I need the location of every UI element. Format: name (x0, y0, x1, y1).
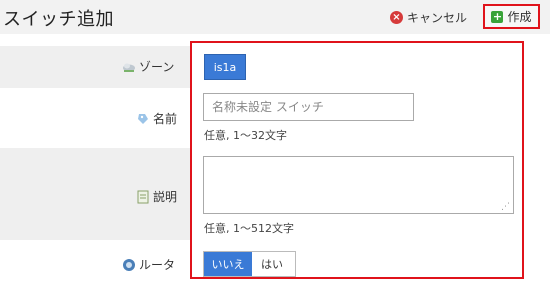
dialog-header: スイッチ追加 × キャンセル + 作成 (0, 0, 550, 34)
router-option-yes[interactable]: はい (252, 252, 292, 276)
cancel-button[interactable]: × キャンセル (390, 9, 467, 26)
name-label-text: 名前 (153, 112, 178, 126)
name-label: 名前 (136, 110, 177, 127)
resize-grip-icon[interactable]: ⋰ (501, 202, 510, 212)
create-label: 作成 (507, 10, 532, 24)
cloud-icon (123, 63, 135, 72)
name-hint: 任意, 1〜32文字 (204, 129, 287, 142)
description-label: 説明 (136, 188, 177, 205)
router-label: ルータ (122, 256, 175, 273)
description-textarea[interactable]: ⋰ (203, 156, 514, 214)
plus-icon: + (491, 9, 504, 23)
tag-icon (138, 113, 148, 124)
cancel-icon: × (390, 11, 403, 24)
router-label-text: ルータ (139, 258, 176, 272)
page-title: スイッチ追加 (3, 9, 114, 30)
create-button[interactable]: + 作成 (483, 4, 540, 29)
zone-label-text: ゾーン (139, 60, 175, 74)
router-option-no[interactable]: いいえ (204, 252, 252, 276)
router-icon (123, 258, 135, 271)
description-label-text: 説明 (153, 190, 178, 204)
name-input[interactable]: 名称未設定 スイッチ (203, 93, 414, 121)
notepad-icon (137, 190, 149, 203)
zone-selected-button[interactable]: is1a (204, 54, 246, 80)
zone-label: ゾーン (122, 58, 174, 75)
description-hint: 任意, 1〜512文字 (204, 222, 294, 235)
cancel-label: キャンセル (407, 11, 468, 25)
router-toggle[interactable]: いいえ はい (203, 251, 296, 277)
